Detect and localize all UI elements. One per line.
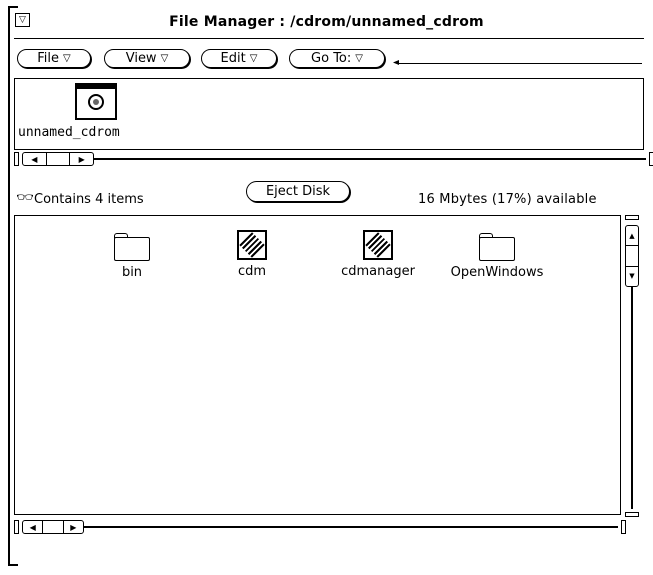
volume-name: unnamed_cdrom — [18, 125, 120, 140]
chevron-down-icon: ▽ — [249, 53, 258, 64]
file-menu-button[interactable]: File ▽ — [17, 49, 91, 68]
file-item-label: OpenWindows — [450, 265, 544, 280]
scroll-drag-area[interactable] — [47, 153, 71, 165]
scroll-end-cap — [625, 512, 639, 517]
file-item-cdmanager[interactable]: cdmanager — [323, 230, 433, 279]
goto-menu-label: Go To: — [311, 51, 352, 66]
scroll-drag-area[interactable] — [626, 246, 638, 267]
scroll-track[interactable] — [84, 526, 618, 528]
chevron-down-icon: ▽ — [355, 53, 363, 64]
file-menu-label: File — [37, 51, 60, 66]
scroll-right-icon[interactable]: ▶ — [64, 521, 83, 533]
cdrom-icon[interactable] — [75, 83, 117, 120]
folder-body — [114, 237, 150, 261]
scroll-left-icon[interactable]: ◀ — [23, 521, 44, 533]
scroll-up-icon[interactable]: ▲ — [626, 226, 638, 247]
file-item-cdm[interactable]: cdm — [197, 230, 307, 279]
edit-menu-button[interactable]: Edit ▽ — [201, 49, 277, 68]
folder-icon — [114, 233, 150, 261]
scroll-track[interactable] — [94, 158, 646, 160]
scroll-elevator[interactable]: ◀ ▶ — [22, 520, 84, 534]
cdrom-icon-bar — [77, 85, 115, 89]
application-icon — [363, 230, 393, 260]
file-pane-hscrollbar[interactable]: ◀ ▶ — [14, 520, 626, 534]
window-title: File Manager : /cdrom/unnamed_cdrom — [169, 14, 484, 30]
window-frame-left — [8, 6, 10, 566]
scroll-right-icon[interactable]: ▶ — [70, 153, 93, 165]
scroll-start-cap — [14, 520, 19, 534]
scroll-elevator[interactable]: ◀ ▶ — [22, 152, 94, 166]
goto-menu-button[interactable]: Go To: ▽ — [289, 49, 385, 68]
app-glyph — [365, 232, 391, 258]
item-count: Contains 4 items — [34, 192, 144, 207]
title-divider — [14, 38, 644, 39]
goto-path-input[interactable] — [398, 63, 642, 64]
scroll-end-cap — [649, 152, 653, 166]
folder-body — [479, 237, 515, 261]
file-pane: bin cdm cdmanager OpenWindows — [14, 215, 621, 515]
folder-icon — [479, 233, 515, 261]
app-glyph — [239, 232, 265, 258]
disc-hub — [93, 99, 99, 105]
scroll-start-cap — [625, 215, 639, 220]
chevron-down-icon: ▽ — [63, 53, 71, 64]
scroll-end-cap — [621, 520, 626, 534]
file-pane-vscrollbar[interactable]: ▲ ▼ — [625, 215, 639, 517]
view-menu-label: View — [125, 51, 157, 66]
scroll-left-icon[interactable]: ◀ — [23, 153, 47, 165]
scroll-elevator[interactable]: ▲ ▼ — [625, 225, 639, 287]
binoculars-icon: 👓︎ — [16, 190, 34, 206]
scroll-start-cap — [14, 152, 19, 166]
available-space: 16 Mbytes (17%) available — [418, 192, 597, 207]
file-item-openwindows[interactable]: OpenWindows — [442, 233, 552, 280]
application-icon — [237, 230, 267, 260]
file-item-bin[interactable]: bin — [77, 233, 187, 280]
scroll-track[interactable] — [631, 287, 633, 509]
view-menu-button[interactable]: View ▽ — [104, 49, 190, 68]
file-item-label: cdm — [237, 264, 267, 279]
volume-hscrollbar[interactable]: ◀ ▶ — [14, 152, 653, 166]
disc-icon — [88, 94, 104, 110]
window-corner-top — [8, 6, 18, 8]
scroll-drag-area[interactable] — [43, 521, 64, 533]
file-item-label: cdmanager — [341, 264, 415, 279]
chevron-down-icon: ▽ — [160, 53, 169, 64]
window-corner-bottom — [8, 564, 18, 566]
eject-disk-button[interactable]: Eject Disk — [246, 181, 350, 202]
edit-menu-label: Edit — [220, 51, 246, 66]
scroll-down-icon[interactable]: ▼ — [626, 267, 638, 286]
file-item-label: bin — [121, 265, 143, 280]
